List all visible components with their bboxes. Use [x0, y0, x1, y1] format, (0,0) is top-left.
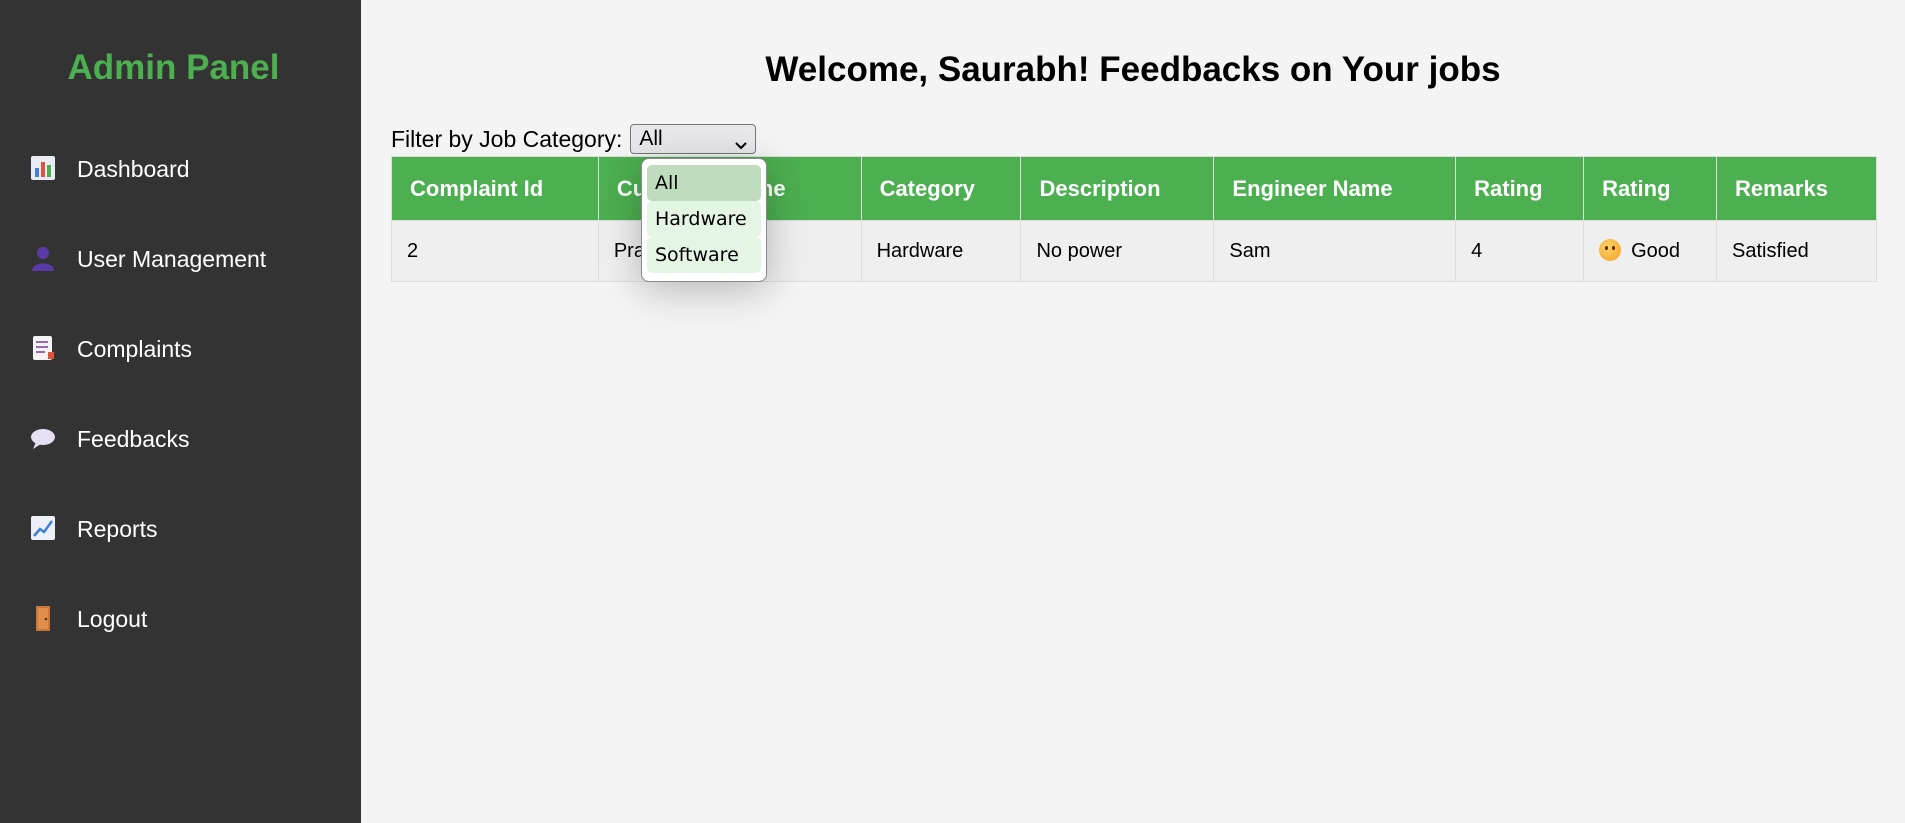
sidebar-item-label: Complaints — [77, 336, 193, 362]
sidebar-item-reports[interactable]: Reports — [0, 498, 361, 588]
brand-title: Admin Panel — [67, 48, 280, 87]
smiley-icon — [1599, 239, 1622, 261]
category-cell: Hardware — [860, 220, 1022, 282]
sidebar-item-label: Dashboard — [77, 156, 190, 182]
sidebar-item-dashboard[interactable]: Dashboard — [0, 138, 361, 228]
door-icon — [29, 604, 57, 632]
filter-label: Filter by Job Category: — [391, 125, 623, 152]
engineer-name-cell: Sam — [1213, 220, 1457, 282]
category-dropdown-menu: All Hardware Software — [641, 158, 767, 282]
sidebar-item-label: Feedbacks — [77, 426, 190, 452]
line-chart-icon — [29, 514, 57, 542]
rating-text: Good — [1631, 240, 1680, 262]
sidebar-item-label: User Management — [77, 246, 267, 272]
column-header[interactable]: Rating — [1583, 156, 1717, 221]
category-filter: Filter by Job Category: All — [391, 124, 757, 154]
column-header[interactable]: Complaint Id — [391, 156, 599, 221]
feedback-table: Complaint Id Customer Name Category Desc… — [391, 156, 1878, 282]
dropdown-option-software[interactable]: Software — [647, 237, 761, 273]
column-header[interactable]: Remarks — [1715, 156, 1878, 221]
chevron-down-icon — [735, 133, 748, 150]
sidebar-item-logout[interactable]: Logout — [0, 588, 361, 678]
sidebar-item-label: Logout — [77, 606, 148, 632]
sidebar-item-complaints[interactable]: Complaints — [0, 318, 361, 408]
document-icon — [29, 334, 57, 362]
column-header[interactable]: Rating — [1455, 156, 1585, 221]
sidebar: Admin Panel Dashboard User Management Co… — [0, 0, 361, 823]
column-header[interactable]: Engineer Name — [1213, 156, 1457, 221]
main-content: Welcome, Saurabh! Feedbacks on Your jobs… — [361, 0, 1905, 823]
sidebar-nav: Dashboard User Management Complaints Fee… — [0, 138, 361, 678]
dropdown-option-all[interactable]: All — [647, 165, 761, 201]
rating-cell: 4 — [1455, 220, 1585, 282]
page-title: Welcome, Saurabh! Feedbacks on Your jobs — [765, 50, 1501, 89]
table-header-row: Complaint Id Customer Name Category Desc… — [391, 156, 1878, 221]
column-header[interactable]: Description — [1020, 156, 1215, 221]
table-row: 2 Pratik Bhapa Hardware No power Sam 4 G… — [391, 220, 1878, 282]
bar-chart-icon — [29, 154, 57, 182]
complaint-id-cell: 2 — [391, 220, 599, 282]
remarks-cell: Satisfied — [1715, 220, 1878, 282]
sidebar-item-feedbacks[interactable]: Feedbacks — [0, 408, 361, 498]
dropdown-option-hardware[interactable]: Hardware — [647, 201, 761, 237]
speech-bubble-icon — [29, 424, 57, 452]
column-header[interactable]: Category — [860, 156, 1022, 221]
category-select-value: All — [639, 127, 663, 150]
user-icon — [29, 244, 57, 272]
sidebar-item-user-management[interactable]: User Management — [0, 228, 361, 318]
category-select[interactable]: All — [630, 124, 757, 154]
description-cell: No power — [1020, 220, 1215, 282]
sidebar-item-label: Reports — [77, 516, 158, 542]
rating-emoji-cell: Good — [1583, 220, 1717, 282]
